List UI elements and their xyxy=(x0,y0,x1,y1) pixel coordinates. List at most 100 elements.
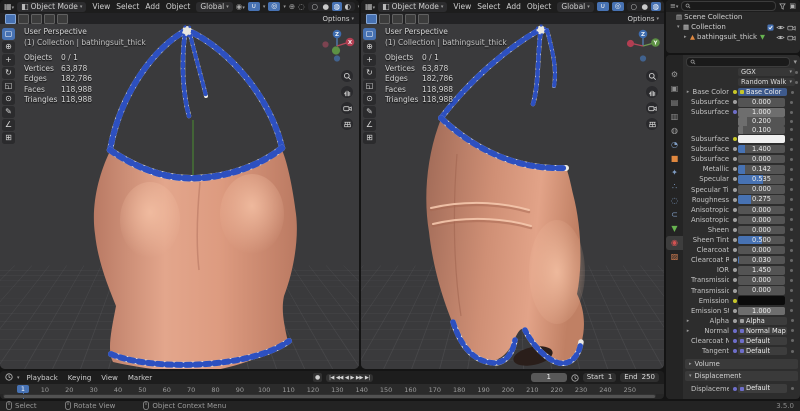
jump-to-end-button[interactable]: ▶| xyxy=(365,375,370,381)
camera-toggle-icon[interactable] xyxy=(787,34,796,41)
menu-view[interactable]: View xyxy=(89,2,113,11)
animate-decorator[interactable] xyxy=(785,177,798,181)
properties-tab-data[interactable]: ▼ xyxy=(666,222,683,236)
select-mode-intersect[interactable] xyxy=(57,13,68,24)
animate-decorator[interactable] xyxy=(785,289,798,293)
transform-tool[interactable]: ⊙ xyxy=(363,93,376,105)
shading-material-preview-icon[interactable]: ◍ xyxy=(331,2,342,11)
camera-icon[interactable] xyxy=(341,102,353,114)
subsurface-method-dropdown[interactable]: Random Walk ▾ xyxy=(738,77,795,87)
proportional-editing-icon[interactable]: ◎ xyxy=(268,2,281,11)
shading-solid-icon[interactable]: ● xyxy=(321,2,331,11)
animate-decorator[interactable] xyxy=(785,208,798,212)
camera-toggle-icon[interactable] xyxy=(787,24,796,31)
animate-decorator[interactable] xyxy=(787,387,798,391)
menu-object[interactable]: Object xyxy=(524,2,554,11)
volume-section-header[interactable]: ▸ Volume xyxy=(685,358,798,369)
zoom-icon[interactable] xyxy=(341,70,353,82)
animate-decorator[interactable] xyxy=(785,309,798,313)
filter-icon[interactable] xyxy=(779,3,787,10)
property-value-field[interactable]: 0.000 xyxy=(738,98,785,107)
property-value-field[interactable]: 0.000 xyxy=(738,185,785,194)
animate-decorator[interactable] xyxy=(787,319,798,323)
animate-decorator[interactable] xyxy=(785,258,798,262)
auto-keying-button[interactable]: ● xyxy=(313,373,323,382)
measure-tool[interactable]: ∠ xyxy=(2,119,15,131)
outliner-row-collection[interactable]: ▾ ▦ Collection xyxy=(666,22,800,32)
show-gizmo-icon[interactable]: ⊕ xyxy=(289,2,295,11)
editor-type-icon[interactable]: ▦▾ xyxy=(365,2,375,11)
properties-tab-particles[interactable]: ∴ xyxy=(666,180,683,194)
property-value-field[interactable]: 0.000 xyxy=(738,215,785,225)
scale-tool[interactable]: ◱ xyxy=(363,80,376,92)
properties-tab-render[interactable]: ▣ xyxy=(666,82,683,96)
select-mode-set[interactable] xyxy=(5,13,16,24)
property-value-field[interactable]: Alpha xyxy=(738,316,787,325)
annotate-tool[interactable]: ✎ xyxy=(363,106,376,118)
timeline-menu-marker[interactable]: Marker xyxy=(125,374,155,382)
zoom-icon[interactable] xyxy=(646,70,658,82)
shading-rendered-icon[interactable]: ◐ xyxy=(343,2,353,11)
property-value-field[interactable]: 0.000 xyxy=(738,205,785,214)
select-mode-extend[interactable] xyxy=(18,13,29,24)
property-value-field[interactable]: 0.142 xyxy=(738,165,785,174)
snap-magnet-icon[interactable]: ∪ xyxy=(596,2,609,11)
properties-tab-modifiers[interactable]: ✦ xyxy=(666,166,683,180)
property-value-field[interactable]: Default xyxy=(738,346,787,356)
animate-decorator[interactable] xyxy=(785,137,798,141)
eye-toggle-icon[interactable] xyxy=(776,34,785,41)
mode-dropdown[interactable]: ◧ Object Mode ▾ xyxy=(378,1,448,12)
animate-decorator[interactable] xyxy=(785,248,798,252)
select-box-tool[interactable]: ▢ xyxy=(2,28,15,40)
editor-type-icon[interactable]: ▦▾ xyxy=(4,2,14,11)
timeline-editor-icon[interactable] xyxy=(5,372,13,383)
menu-select[interactable]: Select xyxy=(113,2,142,11)
timeline-scrollbar[interactable] xyxy=(4,394,655,398)
animate-decorator[interactable] xyxy=(785,110,798,114)
pivot-point-icon[interactable]: ◉▾ xyxy=(236,2,245,11)
show-overlays-icon[interactable]: ◌ xyxy=(298,2,305,11)
properties-tab-object[interactable]: ■ xyxy=(666,152,683,166)
property-value-field[interactable]: Default xyxy=(738,336,787,346)
annotate-tool[interactable]: ✎ xyxy=(2,106,15,118)
properties-tab-material[interactable]: ◉ xyxy=(666,236,683,250)
rotate-tool[interactable]: ↻ xyxy=(363,67,376,79)
outliner-search-input[interactable] xyxy=(681,1,777,11)
properties-tab-output[interactable]: ▤ xyxy=(666,96,683,110)
distribution-dropdown[interactable]: GGX ▾ xyxy=(738,67,795,77)
properties-tab-view-layer[interactable]: ▥ xyxy=(666,110,683,124)
property-value-field[interactable]: 0.200 xyxy=(738,117,785,126)
proportional-editing-icon[interactable]: ◎ xyxy=(611,2,624,11)
outliner-editor-icon[interactable]: ≡▾ xyxy=(670,2,678,10)
scale-tool[interactable]: ◱ xyxy=(2,80,15,92)
property-value-field[interactable]: Default xyxy=(738,384,787,393)
select-mode-set[interactable] xyxy=(366,13,377,24)
animate-decorator[interactable] xyxy=(785,147,798,151)
shading-wireframe-icon[interactable]: ○ xyxy=(629,2,639,11)
grid-icon[interactable] xyxy=(646,118,658,130)
property-value-field[interactable]: 0.000 xyxy=(738,245,785,255)
animate-decorator[interactable] xyxy=(785,278,798,282)
orientation-dropdown[interactable]: Global ▾ xyxy=(196,1,233,12)
color-swatch[interactable] xyxy=(738,296,785,305)
animate-decorator[interactable] xyxy=(785,167,798,171)
properties-tab-physics[interactable]: ◌ xyxy=(666,194,683,208)
property-value-field[interactable]: 0.000 xyxy=(738,276,785,285)
animate-decorator[interactable] xyxy=(785,228,798,232)
select-box-tool[interactable]: ▢ xyxy=(363,28,376,40)
property-value-field[interactable]: 1.450 xyxy=(738,266,785,275)
rotate-tool[interactable]: ↻ xyxy=(2,67,15,79)
select-mode-invert[interactable] xyxy=(44,13,55,24)
new-collection-icon[interactable]: ▣ xyxy=(789,2,796,10)
property-value-field[interactable]: 1.000 xyxy=(738,306,785,315)
outliner-row-bathingsuit-thick[interactable]: ▸ ▲ bathingsuit_thick ▼ xyxy=(666,32,800,42)
measure-tool[interactable]: ∠ xyxy=(363,119,376,131)
animate-decorator[interactable] xyxy=(785,218,798,222)
jump-to-start-button[interactable]: |◀ xyxy=(329,375,334,381)
grid-icon[interactable] xyxy=(341,118,353,130)
properties-tab-texture[interactable]: ▨ xyxy=(666,250,683,264)
add-cube-tool[interactable]: ⊞ xyxy=(363,132,376,144)
animate-decorator[interactable] xyxy=(787,349,798,353)
select-mode-subtract[interactable] xyxy=(392,13,403,24)
select-mode-extend[interactable] xyxy=(379,13,390,24)
